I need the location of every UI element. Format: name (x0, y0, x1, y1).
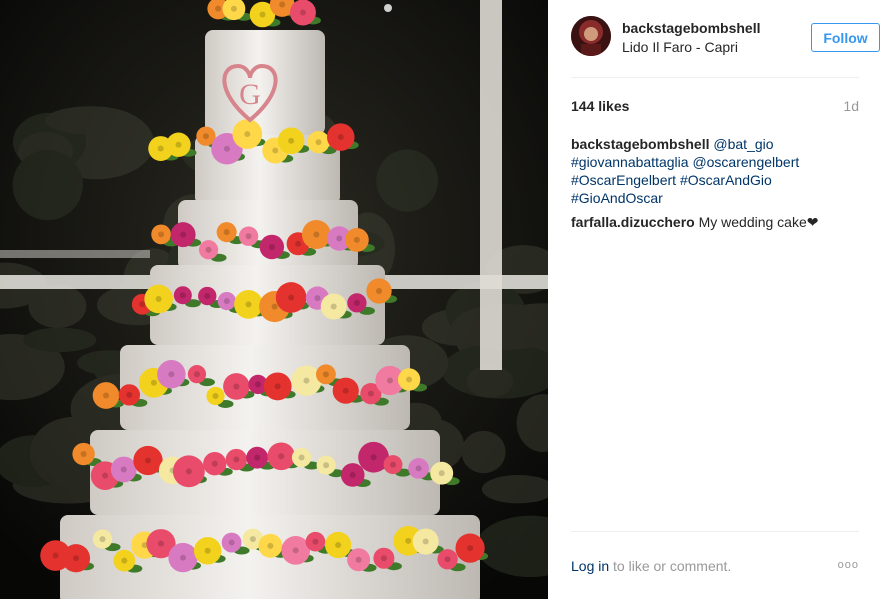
comment-tag-link[interactable]: #giovannabattaglia (571, 154, 689, 170)
comment-prompt: Log in to like or comment. ooo (571, 558, 859, 574)
login-link[interactable]: Log in (571, 558, 609, 574)
comment-tag-link[interactable]: #GioAndOscar (571, 190, 663, 206)
monogram-letter: G (239, 78, 261, 111)
comment-text: My wedding cake❤ (698, 214, 819, 230)
likes-count[interactable]: 144 likes (571, 98, 629, 114)
footer-divider (571, 531, 859, 532)
comment-tag-link[interactable]: @bat_gio (713, 136, 773, 152)
post-location[interactable]: Lido Il Faro - Capri (622, 39, 738, 55)
comment-item: backstagebombshell @bat_gio #giovannabat… (571, 135, 859, 207)
comment-prompt-text: to like or comment. (613, 558, 732, 574)
comment-username[interactable]: farfalla.dizucchero (571, 214, 695, 230)
avatar-image (571, 16, 611, 56)
wedding-cake-image: G (0, 0, 548, 599)
post-timestamp[interactable]: 1d (843, 98, 859, 114)
post-header: backstagebombshell Lido Il Faro - Capri … (571, 16, 880, 62)
avatar[interactable] (571, 16, 611, 56)
follow-button[interactable]: Follow (811, 23, 880, 52)
post-photo[interactable]: G (0, 0, 548, 599)
post-sidebar: backstagebombshell Lido Il Faro - Capri … (548, 0, 884, 599)
comment-username[interactable]: backstagebombshell (571, 136, 710, 152)
more-options-icon[interactable]: ooo (838, 559, 859, 571)
post-username[interactable]: backstagebombshell (622, 20, 761, 36)
comment-tag-link[interactable]: #OscarAndGio (680, 172, 772, 188)
header-divider (571, 77, 859, 78)
comments-list: backstagebombshell @bat_gio #giovannabat… (571, 135, 859, 237)
comment-item: farfalla.dizucchero My wedding cake❤ (571, 213, 859, 231)
comment-tag-link[interactable]: @oscarengelbert (692, 154, 799, 170)
comment-tag-link[interactable]: #OscarEngelbert (571, 172, 676, 188)
